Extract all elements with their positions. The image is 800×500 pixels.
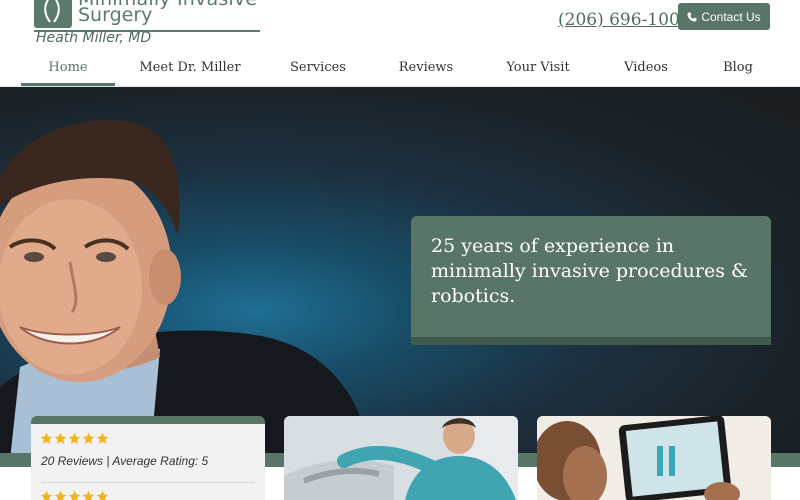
nav-item-home[interactable]: Home xyxy=(21,60,115,86)
star-icon xyxy=(54,490,67,500)
review-summary: 20 Reviews | Average Rating: 5 xyxy=(41,454,209,468)
tablet-card[interactable] xyxy=(537,416,771,500)
card-divider xyxy=(41,482,255,483)
tablet-photo xyxy=(537,416,771,500)
doctor-portrait xyxy=(0,120,360,460)
reviews-card[interactable]: 20 Reviews | Average Rating: 5 xyxy=(31,416,265,500)
rating-stars xyxy=(40,432,109,445)
logo-mark-icon xyxy=(34,0,72,28)
rating-stars-second xyxy=(40,490,109,500)
hero-banner: 25 years of experience in minimally inva… xyxy=(0,87,800,460)
phone-link[interactable]: (206) 696-1006 xyxy=(558,10,691,30)
star-icon xyxy=(96,432,109,445)
nav-item-blog[interactable]: Blog xyxy=(714,60,762,86)
star-icon xyxy=(82,490,95,500)
logo-doctor-name: Heath Miller, MD xyxy=(36,30,152,46)
star-icon xyxy=(54,432,67,445)
main-nav: Home Meet Dr. Miller Services Reviews Yo… xyxy=(0,56,800,87)
star-icon xyxy=(68,490,81,500)
logo-text-line2: Surgery xyxy=(78,4,153,26)
nav-item-services[interactable]: Services xyxy=(278,60,358,86)
nav-item-meet-dr-miller[interactable]: Meet Dr. Miller xyxy=(135,60,245,86)
surgeon-robot-photo xyxy=(284,416,518,500)
contact-us-label: Contact Us xyxy=(701,9,761,24)
tagline-box: 25 years of experience in minimally inva… xyxy=(411,216,771,345)
nav-item-reviews[interactable]: Reviews xyxy=(388,60,464,86)
phone-icon xyxy=(687,12,697,22)
site-logo[interactable]: Minimally Invasive Surgery Heath Miller,… xyxy=(34,0,264,50)
nav-item-videos[interactable]: Videos xyxy=(614,60,678,86)
star-icon xyxy=(96,490,109,500)
site-header: Minimally Invasive Surgery Heath Miller,… xyxy=(0,0,800,56)
hero-tagline: 25 years of experience in minimally inva… xyxy=(431,235,748,307)
star-icon xyxy=(40,432,53,445)
contact-us-button[interactable]: Contact Us xyxy=(678,3,770,30)
star-icon xyxy=(40,490,53,500)
star-icon xyxy=(82,432,95,445)
star-icon xyxy=(68,432,81,445)
nav-item-your-visit[interactable]: Your Visit xyxy=(499,60,577,86)
surgeon-robot-card[interactable] xyxy=(284,416,518,500)
